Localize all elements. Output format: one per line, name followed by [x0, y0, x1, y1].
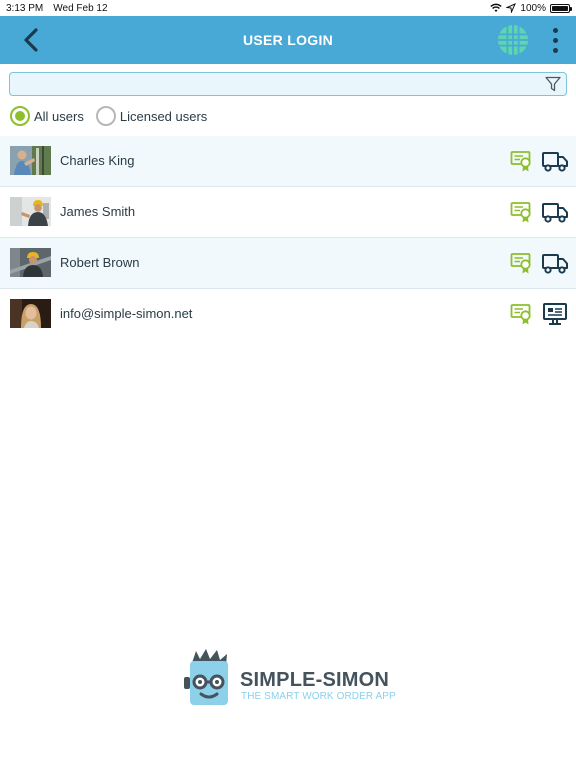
language-button[interactable]	[497, 24, 529, 56]
globe-icon	[498, 25, 528, 55]
logo-brand-text: SIMPLE-SIMON	[240, 669, 390, 691]
logo-tagline: THE SMART WORK ORDER APP	[241, 691, 396, 702]
dot-icon	[552, 37, 558, 43]
status-bar: 3:13 PM Wed Feb 12 100%	[0, 0, 576, 16]
truck-icon	[542, 152, 568, 172]
dot-icon	[552, 27, 558, 33]
truck-icon	[542, 203, 568, 223]
license-certificate-icon	[510, 304, 531, 325]
user-row-james-smith[interactable]: James Smith	[0, 187, 576, 238]
dot-icon	[552, 47, 558, 53]
user-avatar	[10, 197, 51, 226]
battery-icon	[550, 3, 572, 13]
license-certificate-icon	[510, 253, 531, 274]
filter-funnel-icon[interactable]	[544, 75, 562, 93]
desktop-monitor-icon	[543, 303, 567, 325]
user-avatar	[10, 146, 51, 175]
more-options-button[interactable]	[545, 24, 565, 56]
user-avatar	[10, 248, 51, 277]
battery-percent: 100%	[520, 2, 546, 14]
user-avatar	[10, 299, 51, 328]
truck-icon	[542, 254, 568, 274]
user-row-info-simple-simon[interactable]: info@simple-simon.net	[0, 289, 576, 340]
user-name: info@simple-simon.net	[60, 306, 193, 321]
wifi-icon	[490, 3, 503, 12]
page-title: USER LOGIN	[242, 32, 334, 48]
license-certificate-icon	[510, 202, 531, 223]
user-row-robert-brown[interactable]: Robert Brown	[0, 238, 576, 289]
radio-label-licensed-users: Licensed users	[119, 108, 208, 124]
license-certificate-icon	[510, 151, 531, 172]
radio-label-all-users: All users	[34, 108, 84, 124]
user-list: Charles King James Smith Robert Brown in…	[0, 136, 576, 340]
radio-checked-icon	[10, 106, 30, 126]
search-bar	[9, 72, 567, 96]
status-time: 3:13 PM	[6, 2, 44, 14]
location-arrow-icon	[506, 3, 517, 13]
user-row-charles-king[interactable]: Charles King	[0, 136, 576, 187]
status-right: 100%	[490, 2, 572, 14]
back-button[interactable]	[18, 26, 44, 54]
app-header: USER LOGIN	[0, 16, 576, 64]
user-name: Robert Brown	[60, 255, 140, 270]
radio-unchecked-icon	[95, 106, 116, 126]
user-name: Charles King	[60, 153, 135, 168]
search-input[interactable]	[14, 75, 534, 93]
radio-all-users[interactable]: All users	[10, 106, 84, 126]
chevron-left-icon	[24, 28, 38, 52]
mascot-logo-icon	[184, 649, 228, 705]
status-date: Wed Feb 12	[53, 2, 108, 14]
simple-simon-logo: SIMPLE-SIMON THE SMART WORK ORDER APP	[184, 649, 396, 709]
user-name: James Smith	[60, 204, 136, 219]
user-filter-radio-group: All users Licensed users	[10, 105, 219, 127]
radio-licensed-users[interactable]: Licensed users	[95, 106, 208, 126]
